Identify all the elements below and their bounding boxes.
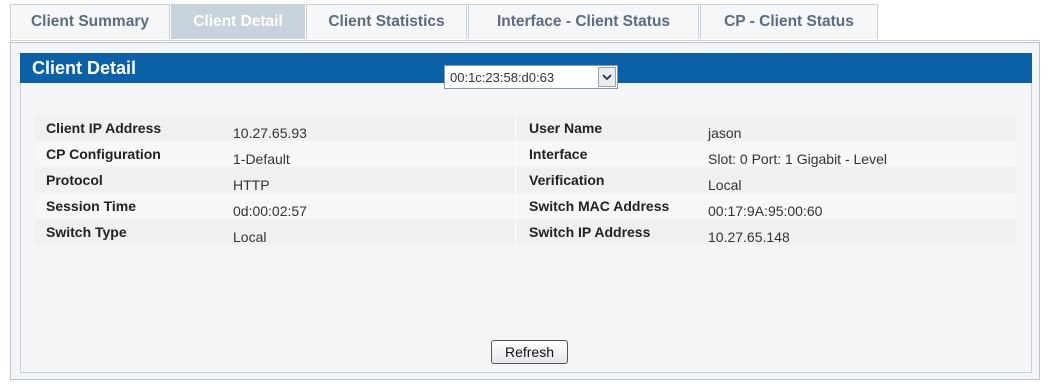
table-row: Protocol HTTP Verification Local — [35, 167, 1015, 193]
table-row: Switch Type Local Switch IP Address 10.2… — [35, 219, 1015, 245]
table-row: CP Configuration 1-Default Interface Slo… — [35, 141, 1015, 167]
switch-type-value: Local — [233, 229, 267, 245]
tab-interface-client-status[interactable]: Interface - Client Status — [468, 4, 699, 39]
switch-type-label: Switch Type — [46, 224, 127, 240]
switch-ip-address-label: Switch IP Address — [529, 224, 651, 240]
tab-client-detail[interactable]: Client Detail — [171, 4, 305, 39]
table-row: Client IP Address 10.27.65.93 User Name … — [35, 115, 1015, 141]
refresh-button[interactable]: Refresh — [491, 340, 568, 364]
switch-ip-address-value: 10.27.65.148 — [708, 229, 790, 245]
tab-client-statistics[interactable]: Client Statistics — [306, 4, 467, 39]
tab-cp-client-status[interactable]: CP - Client Status — [700, 4, 878, 39]
table-row: Session Time 0d:00:02:57 Switch MAC Addr… — [35, 193, 1015, 219]
mac-address-select-value: 00:1c:23:58:d0:63 — [450, 70, 555, 85]
tab-client-summary[interactable]: Client Summary — [10, 4, 170, 39]
tab-bar: Client Summary Client Detail Client Stat… — [10, 4, 1040, 41]
mac-address-select[interactable]: 00:1c:23:58:d0:63 — [444, 65, 618, 89]
column-divider — [515, 115, 516, 247]
chevron-down-icon[interactable] — [598, 67, 616, 87]
